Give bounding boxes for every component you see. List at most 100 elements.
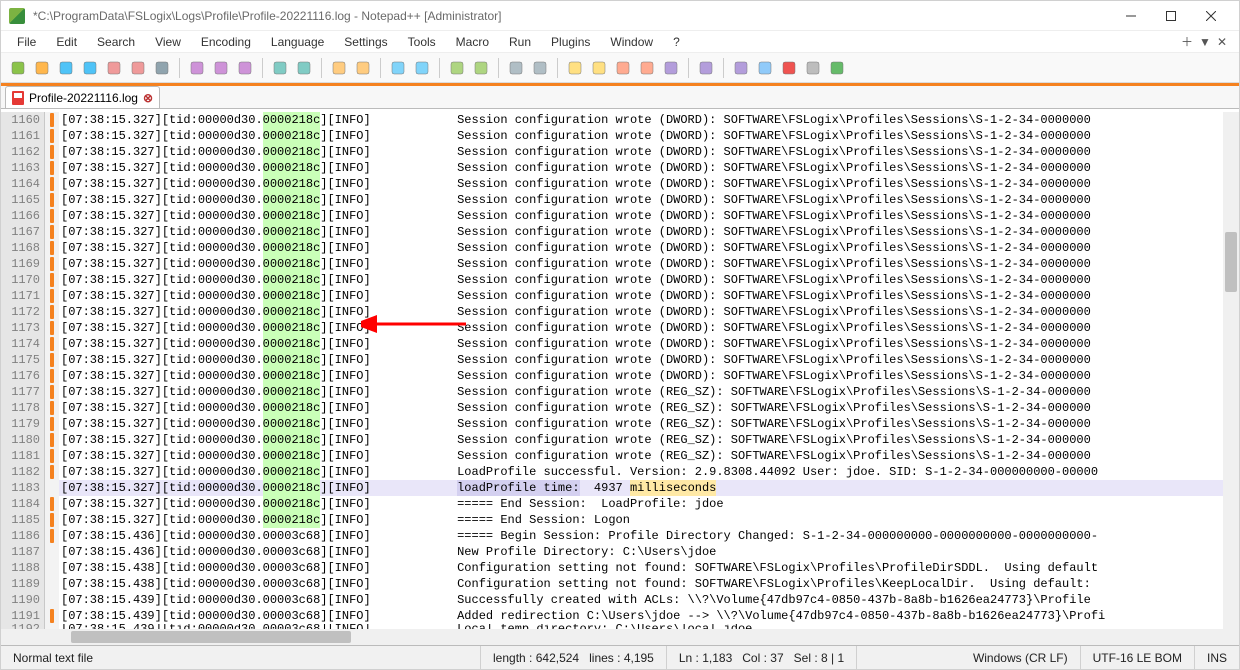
code-line[interactable]: 1175[07:38:15.327][tid:00000d30.0000218c… xyxy=(1,352,1223,368)
menu-settings[interactable]: Settings xyxy=(334,32,397,52)
redo-icon[interactable] xyxy=(293,57,315,79)
maximize-button[interactable] xyxy=(1151,2,1191,30)
play-macro-icon[interactable] xyxy=(778,57,800,79)
code-line[interactable]: 1189[07:38:15.438][tid:00000d30.00003c68… xyxy=(1,576,1223,592)
code-line[interactable]: 1165[07:38:15.327][tid:00000d30.0000218c… xyxy=(1,192,1223,208)
zoom-out-icon[interactable] xyxy=(411,57,433,79)
code-line[interactable]: 1174[07:38:15.327][tid:00000d30.0000218c… xyxy=(1,336,1223,352)
code-line[interactable]: 1177[07:38:15.327][tid:00000d30.0000218c… xyxy=(1,384,1223,400)
code-line[interactable]: 1168[07:38:15.327][tid:00000d30.0000218c… xyxy=(1,240,1223,256)
horizontal-scrollbar[interactable] xyxy=(71,631,351,643)
vertical-scrollbar[interactable] xyxy=(1225,232,1237,292)
replace-icon[interactable] xyxy=(352,57,374,79)
code-line[interactable]: 1190[07:38:15.439][tid:00000d30.00003c68… xyxy=(1,592,1223,608)
all-chars-icon[interactable] xyxy=(529,57,551,79)
word-wrap-icon[interactable] xyxy=(505,57,527,79)
menu-view[interactable]: View xyxy=(145,32,191,52)
menu-run[interactable]: Run xyxy=(499,32,541,52)
change-marker xyxy=(45,544,59,560)
open-folder-icon[interactable] xyxy=(31,57,53,79)
code-line[interactable]: 1171[07:38:15.327][tid:00000d30.0000218c… xyxy=(1,288,1223,304)
toolbar-overflow-plus-icon[interactable]: ＋ xyxy=(1181,33,1193,50)
menu-edit[interactable]: Edit xyxy=(46,32,87,52)
menu-tools[interactable]: Tools xyxy=(398,32,446,52)
doc-map-icon[interactable] xyxy=(612,57,634,79)
new-file-icon[interactable] xyxy=(7,57,29,79)
record-macro-icon[interactable] xyxy=(730,57,752,79)
line-number: 1165 xyxy=(1,192,45,208)
code-line[interactable]: 1172[07:38:15.327][tid:00000d30.0000218c… xyxy=(1,304,1223,320)
line-number: 1160 xyxy=(1,112,45,128)
folder-icon[interactable] xyxy=(660,57,682,79)
zoom-in-icon[interactable] xyxy=(387,57,409,79)
tab-close-icon[interactable]: ⊗ xyxy=(143,91,153,105)
paste-icon[interactable] xyxy=(234,57,256,79)
minimize-button[interactable] xyxy=(1111,2,1151,30)
code-line[interactable]: 1164[07:38:15.327][tid:00000d30.0000218c… xyxy=(1,176,1223,192)
code-line[interactable]: 1178[07:38:15.327][tid:00000d30.0000218c… xyxy=(1,400,1223,416)
code-line[interactable]: 1186[07:38:15.436][tid:00000d30.00003c68… xyxy=(1,528,1223,544)
code-line[interactable]: 1163[07:38:15.327][tid:00000d30.0000218c… xyxy=(1,160,1223,176)
code-line[interactable]: 1180[07:38:15.327][tid:00000d30.0000218c… xyxy=(1,432,1223,448)
menu-encoding[interactable]: Encoding xyxy=(191,32,261,52)
code-line[interactable]: 1179[07:38:15.327][tid:00000d30.0000218c… xyxy=(1,416,1223,432)
stop-macro-icon[interactable] xyxy=(754,57,776,79)
save-macro-icon[interactable] xyxy=(826,57,848,79)
change-marker xyxy=(45,576,59,592)
code-line[interactable]: 1184[07:38:15.327][tid:00000d30.0000218c… xyxy=(1,496,1223,512)
code-line[interactable]: 1169[07:38:15.327][tid:00000d30.0000218c… xyxy=(1,256,1223,272)
code-line[interactable]: 1191[07:38:15.439][tid:00000d30.00003c68… xyxy=(1,608,1223,624)
save-icon[interactable] xyxy=(55,57,77,79)
menu-language[interactable]: Language xyxy=(261,32,334,52)
code-line[interactable]: 1161[07:38:15.327][tid:00000d30.0000218c… xyxy=(1,128,1223,144)
code-line[interactable]: 1160[07:38:15.327][tid:00000d30.0000218c… xyxy=(1,112,1223,128)
code-line[interactable]: 1173[07:38:15.327][tid:00000d30.0000218c… xyxy=(1,320,1223,336)
menu-?[interactable]: ? xyxy=(663,32,690,52)
func-list-icon[interactable] xyxy=(636,57,658,79)
find-icon[interactable] xyxy=(328,57,350,79)
toolbar-overflow-down-icon[interactable]: ▼ xyxy=(1199,35,1211,49)
code-text: [07:38:15.327][tid:00000d30.0000218c][IN… xyxy=(59,224,1091,240)
code-line[interactable]: 1188[07:38:15.438][tid:00000d30.00003c68… xyxy=(1,560,1223,576)
cut-icon[interactable] xyxy=(186,57,208,79)
menu-macro[interactable]: Macro xyxy=(446,32,499,52)
play-multi-icon[interactable] xyxy=(802,57,824,79)
code-text: [07:38:15.436][tid:00000d30.00003c68][IN… xyxy=(59,544,716,560)
copy-icon[interactable] xyxy=(210,57,232,79)
code-line[interactable]: 1166[07:38:15.327][tid:00000d30.0000218c… xyxy=(1,208,1223,224)
undo-icon[interactable] xyxy=(269,57,291,79)
close-icon[interactable] xyxy=(103,57,125,79)
change-marker xyxy=(45,448,59,464)
tab-active[interactable]: Profile-20221116.log ⊗ xyxy=(5,86,160,108)
code-line[interactable]: 1162[07:38:15.327][tid:00000d30.0000218c… xyxy=(1,144,1223,160)
code-line[interactable]: 1182[07:38:15.327][tid:00000d30.0000218c… xyxy=(1,464,1223,480)
editor[interactable]: 1160 [07:38:15.327][tid:00000d30.0000218c… xyxy=(1,112,1239,645)
status-eol: Windows (CR LF) xyxy=(961,646,1081,669)
monitor-icon[interactable] xyxy=(695,57,717,79)
code-line[interactable]: 1187[07:38:15.436][tid:00000d30.00003c68… xyxy=(1,544,1223,560)
sync-h-icon[interactable] xyxy=(470,57,492,79)
code-line[interactable]: 1183[07:38:15.327][tid:00000d30.0000218c… xyxy=(1,480,1223,496)
save-all-icon[interactable] xyxy=(79,57,101,79)
menu-file[interactable]: File xyxy=(7,32,46,52)
code-line[interactable]: 1167 [07:38:15.327][tid:00000d30.0000218c… xyxy=(1,224,1223,240)
menu-search[interactable]: Search xyxy=(87,32,145,52)
indent-guide-icon[interactable] xyxy=(564,57,586,79)
menu-plugins[interactable]: Plugins xyxy=(541,32,600,52)
close-window-button[interactable] xyxy=(1191,2,1231,30)
print-icon[interactable] xyxy=(151,57,173,79)
line-number: 1167 xyxy=(1,224,45,240)
code-line[interactable]: 1170[07:38:15.327][tid:00000d30.0000218c… xyxy=(1,272,1223,288)
menu-window[interactable]: Window xyxy=(600,32,663,52)
code-line[interactable]: 1176[07:38:15.327][tid:00000d30.0000218c… xyxy=(1,368,1223,384)
app-icon xyxy=(9,8,25,24)
toolbar-overflow-close-icon[interactable]: ✕ xyxy=(1217,35,1227,49)
code-line[interactable]: 1185[07:38:15.327][tid:00000d30.0000218c… xyxy=(1,512,1223,528)
code-line[interactable]: 1181[07:38:15.327][tid:00000d30.0000218c… xyxy=(1,448,1223,464)
close-all-icon[interactable] xyxy=(127,57,149,79)
sync-v-icon[interactable] xyxy=(446,57,468,79)
tab-bar: Profile-20221116.log ⊗ xyxy=(1,83,1239,109)
code-text: [07:38:15.327][tid:00000d30.0000218c][IN… xyxy=(59,256,1091,272)
code-text: [07:38:15.439][tid:00000d30.00003c68][IN… xyxy=(59,592,1091,608)
lang-icon[interactable] xyxy=(588,57,610,79)
